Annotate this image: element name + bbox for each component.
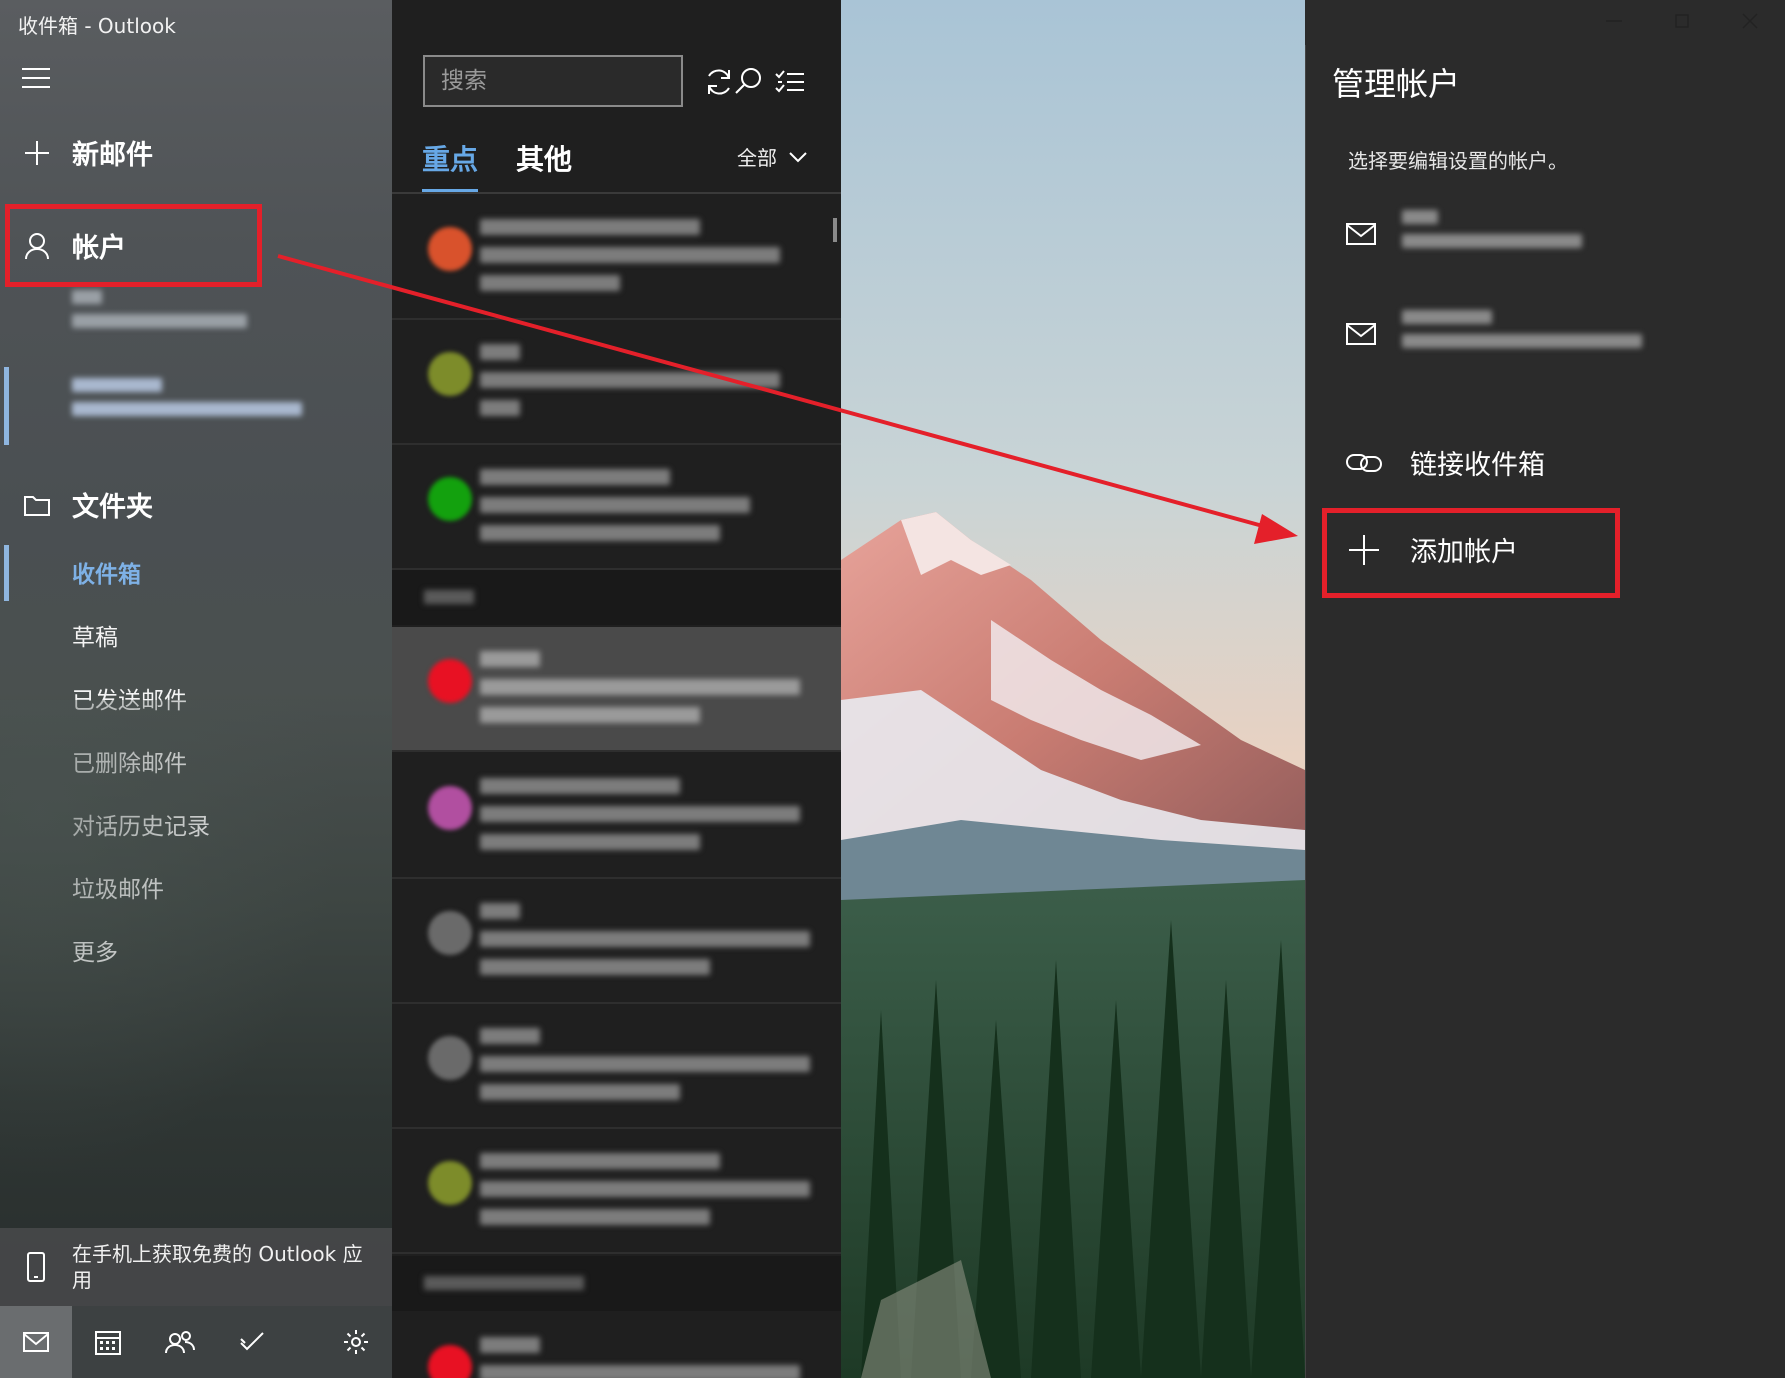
filter-label: 全部: [737, 146, 777, 170]
inbox-tabs: 重点 其他: [422, 138, 572, 192]
list-item[interactable]: [392, 1313, 841, 1378]
navigation-pane: 收件箱 - Outlook 新邮件 帐户 文件夹 收件箱 草稿 已发送邮件 已删…: [0, 0, 392, 1378]
phone-icon: [0, 1252, 72, 1282]
plus-icon: [22, 140, 52, 166]
account-entry-1[interactable]: [72, 290, 247, 338]
avatar: [428, 477, 472, 521]
settings-icon[interactable]: [320, 1306, 392, 1378]
account-item-1[interactable]: [1346, 210, 1582, 258]
date-group-header: [392, 570, 841, 625]
folder-deleted[interactable]: 已删除邮件: [72, 744, 187, 778]
new-mail-button[interactable]: 新邮件: [0, 133, 153, 172]
date-group-header: [392, 1256, 841, 1311]
manage-accounts-panel: 管理帐户 选择要编辑设置的帐户。 链接收件箱 添加帐户: [1305, 45, 1785, 1378]
folders-label: 文件夹: [72, 492, 153, 523]
mail-icon[interactable]: [0, 1306, 72, 1378]
search-box[interactable]: [423, 55, 761, 107]
folder-more[interactable]: 更多: [72, 933, 118, 967]
todo-icon[interactable]: [216, 1306, 288, 1378]
list-item[interactable]: [392, 195, 841, 320]
folder-conversation-history[interactable]: 对话历史记录: [72, 807, 210, 841]
add-account-label: 添加帐户: [1410, 537, 1518, 568]
link-inboxes-button[interactable]: 链接收件箱: [1346, 443, 1545, 482]
folder-inbox[interactable]: 收件箱: [72, 555, 141, 589]
list-item[interactable]: [392, 754, 841, 879]
list-header-divider: [392, 192, 841, 194]
mail-icon: [1346, 323, 1376, 345]
avatar: [428, 659, 472, 703]
window-title: 收件箱 - Outlook: [18, 14, 176, 38]
folder-sent[interactable]: 已发送邮件: [72, 681, 187, 715]
list-item[interactable]: [392, 320, 841, 445]
calendar-icon[interactable]: [72, 1306, 144, 1378]
mobile-app-promo[interactable]: 在手机上获取免费的 Outlook 应用: [0, 1228, 392, 1306]
search-input[interactable]: [425, 57, 734, 105]
app-switcher-bar: [0, 1306, 392, 1378]
add-account-button[interactable]: 添加帐户: [1346, 530, 1518, 569]
tab-focused[interactable]: 重点: [422, 138, 479, 192]
folder-drafts[interactable]: 草稿: [72, 618, 118, 652]
hamburger-menu-icon[interactable]: [22, 68, 50, 92]
folder-icon: [22, 494, 52, 516]
list-item[interactable]: [392, 1129, 841, 1254]
list-item[interactable]: [392, 627, 841, 752]
message-list-pane: 重点 其他 全部: [392, 0, 841, 1378]
maximize-icon[interactable]: [1648, 0, 1716, 42]
panel-subtitle: 选择要编辑设置的帐户。: [1348, 149, 1568, 173]
background-landscape-image: [841, 0, 1305, 1378]
avatar: [428, 786, 472, 830]
avatar: [428, 352, 472, 396]
avatar: [428, 1161, 472, 1205]
link-icon: [1346, 451, 1382, 475]
panel-title: 管理帐户: [1332, 65, 1461, 103]
filter-dropdown[interactable]: 全部: [737, 142, 807, 171]
person-icon: [22, 232, 52, 260]
folder-junk[interactable]: 垃圾邮件: [72, 870, 164, 904]
accounts-label: 帐户: [72, 233, 126, 264]
avatar: [428, 1345, 472, 1378]
account-entry-2[interactable]: [72, 378, 302, 426]
avatar: [428, 1036, 472, 1080]
avatar: [428, 911, 472, 955]
tab-other[interactable]: 其他: [516, 138, 572, 192]
plus-icon: [1346, 534, 1382, 566]
accounts-button[interactable]: 帐户: [0, 226, 126, 265]
people-icon[interactable]: [144, 1306, 216, 1378]
list-item[interactable]: [392, 1004, 841, 1129]
sync-icon[interactable]: [697, 60, 741, 104]
selection-mode-icon[interactable]: [768, 60, 812, 104]
avatar: [428, 227, 472, 271]
account-selection-indicator: [4, 367, 9, 445]
list-item[interactable]: [392, 445, 841, 570]
list-item[interactable]: [392, 879, 841, 1004]
folder-selection-indicator: [4, 545, 9, 601]
chevron-down-icon: [789, 151, 807, 163]
minimize-icon[interactable]: [1580, 0, 1648, 42]
close-icon[interactable]: [1716, 0, 1784, 42]
account-item-2[interactable]: [1346, 310, 1642, 358]
mail-icon: [1346, 223, 1376, 245]
folders-header[interactable]: 文件夹: [0, 485, 153, 524]
new-mail-label: 新邮件: [72, 140, 153, 171]
link-inboxes-label: 链接收件箱: [1410, 450, 1545, 481]
promo-text: 在手机上获取免费的 Outlook 应用: [72, 1242, 363, 1292]
